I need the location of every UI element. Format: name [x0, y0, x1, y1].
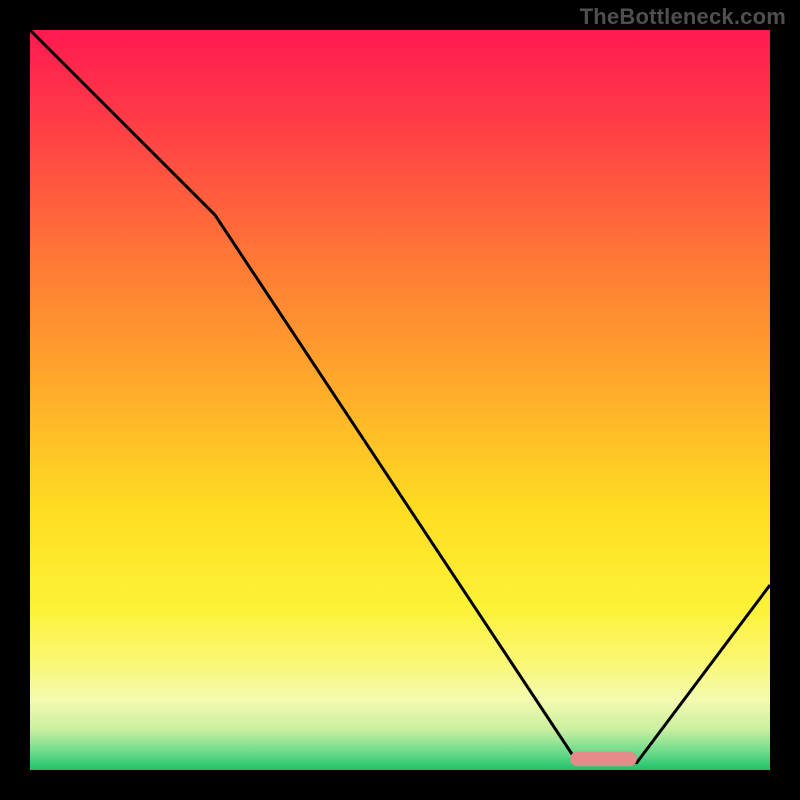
bottleneck-chart: [0, 0, 800, 800]
optimal-range-marker: [570, 752, 637, 767]
chart-frame: TheBottleneck.com: [0, 0, 800, 800]
